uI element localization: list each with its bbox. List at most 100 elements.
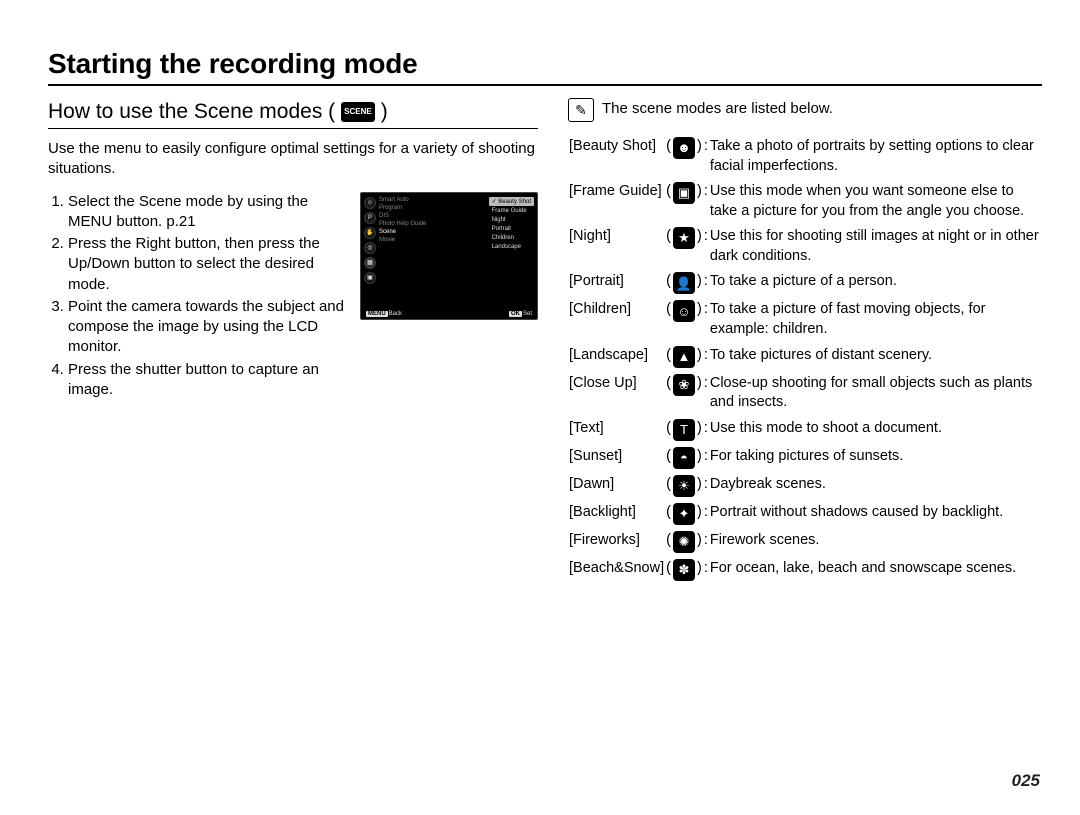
lcd-label: Program <box>379 205 486 211</box>
scene-mode-icon: SCENE <box>341 102 375 122</box>
lcd-set-label: Set <box>523 311 532 317</box>
close-paren: ) <box>696 528 703 556</box>
open-paren: ( <box>665 556 672 584</box>
close-paren: ) <box>696 224 703 269</box>
scene-mode-row: [Frame Guide](▣):Use this mode when you … <box>568 179 1042 224</box>
lcd-pip-icon: ◎ <box>364 242 376 254</box>
scene-mode-name: [Close Up] <box>568 371 665 416</box>
lcd-label: Photo Help Guide <box>379 221 486 227</box>
lcd-pip-icon: P <box>364 212 376 224</box>
sunset-icon: ◓ <box>673 447 695 469</box>
beauty-shot-icon: ☻ <box>673 137 695 159</box>
scene-mode-desc: Use this mode to shoot a document. <box>709 416 1042 444</box>
scene-mode-name: [Frame Guide] <box>568 179 665 224</box>
step-item: Point the camera towards the subject and… <box>68 297 346 358</box>
lcd-menu-item: Night <box>489 216 534 224</box>
close-paren: ) <box>696 416 703 444</box>
scene-mode-name: [Night] <box>568 224 665 269</box>
scene-mode-desc: To take a picture of a person. <box>709 269 1042 297</box>
scene-mode-row: [Fireworks](✺):Firework scenes. <box>568 528 1042 556</box>
close-up-icon: ❀ <box>672 371 696 416</box>
children-icon: ☺ <box>672 297 696 342</box>
close-paren: ) <box>696 179 703 224</box>
page-title: Starting the recording mode <box>48 48 1042 80</box>
beach-snow-icon: ✽ <box>673 559 695 581</box>
steps-list: Select the Scene mode by using the MENU … <box>48 192 346 403</box>
open-paren: ( <box>665 134 672 179</box>
intro-text: Use the menu to easily configure optimal… <box>48 139 538 180</box>
lcd-pip-icon: ▣ <box>364 272 376 284</box>
dawn-icon: ☀ <box>673 475 695 497</box>
section-rule <box>48 128 538 129</box>
lcd-label: Smart Auto <box>379 197 486 203</box>
close-paren: ) <box>696 371 703 416</box>
beauty-shot-icon: ☻ <box>672 134 696 179</box>
scene-mode-desc: Firework scenes. <box>709 528 1042 556</box>
page-number: 025 <box>1012 771 1040 791</box>
scene-mode-name: [Beauty Shot] <box>568 134 665 179</box>
portrait-icon: 👤 <box>673 272 695 294</box>
scene-mode-desc: Portrait without shadows caused by backl… <box>709 500 1042 528</box>
lcd-pip-icon: ▦ <box>364 257 376 269</box>
scene-mode-desc: To take a picture of fast moving objects… <box>709 297 1042 342</box>
lcd-ok-button-icon: OK <box>509 311 522 317</box>
scene-mode-row: [Sunset](◓):For taking pictures of sunse… <box>568 444 1042 472</box>
scene-mode-row: [Landscape](▲):To take pictures of dista… <box>568 343 1042 371</box>
dawn-icon: ☀ <box>672 472 696 500</box>
title-rule <box>48 84 1042 86</box>
close-paren: ) <box>696 472 703 500</box>
beach-snow-icon: ✽ <box>672 556 696 584</box>
scene-mode-name: [Sunset] <box>568 444 665 472</box>
landscape-icon: ▲ <box>672 343 696 371</box>
lcd-label: Scene <box>379 229 486 235</box>
children-icon: ☺ <box>673 300 695 322</box>
lcd-label: Movie <box>379 237 486 243</box>
lcd-menu-item: Children <box>489 234 534 242</box>
scene-mode-name: [Children] <box>568 297 665 342</box>
lcd-back-label: Back <box>389 311 402 317</box>
scene-mode-desc: For taking pictures of sunsets. <box>709 444 1042 472</box>
open-paren: ( <box>665 297 672 342</box>
close-paren: ) <box>696 269 703 297</box>
scene-mode-row: [Children](☺):To take a picture of fast … <box>568 297 1042 342</box>
scene-mode-row: [Text](T):Use this mode to shoot a docum… <box>568 416 1042 444</box>
section-heading: How to use the Scene modes ( SCENE ) <box>48 100 538 124</box>
scene-mode-desc: Use this mode when you want someone else… <box>709 179 1042 224</box>
close-paren: ) <box>696 297 703 342</box>
lcd-menu-item: Landscape <box>489 243 534 251</box>
lcd-submenu: ✓ Beauty Shot Frame Guide Night Portrait… <box>489 197 534 284</box>
open-paren: ( <box>665 528 672 556</box>
open-paren: ( <box>665 472 672 500</box>
scene-mode-desc: To take pictures of distant scenery. <box>709 343 1042 371</box>
open-paren: ( <box>665 371 672 416</box>
lcd-menu-item: Frame Guide <box>489 207 534 215</box>
close-paren: ) <box>696 444 703 472</box>
step-item: Select the Scene mode by using the MENU … <box>68 192 346 233</box>
sunset-icon: ◓ <box>672 444 696 472</box>
scene-mode-row: [Portrait](👤):To take a picture of a per… <box>568 269 1042 297</box>
scene-mode-row: [Dawn](☀):Daybreak scenes. <box>568 472 1042 500</box>
step-item: Press the shutter button to capture an i… <box>68 360 346 401</box>
frame-guide-icon: ▣ <box>672 179 696 224</box>
lcd-menu-item: ✓ Beauty Shot <box>489 197 534 206</box>
lcd-preview: ☺ P ✋ ◎ ▦ ▣ Smart Auto Program DIS Photo… <box>360 192 538 320</box>
close-paren: ) <box>696 134 703 179</box>
lcd-mode-icons: ☺ P ✋ ◎ ▦ ▣ <box>364 197 376 284</box>
note-icon: ✎ <box>568 98 594 122</box>
section-heading-close: ) <box>381 100 388 124</box>
step-item: Press the Right button, then press the U… <box>68 234 346 295</box>
scene-mode-row: [Beach&Snow](✽):For ocean, lake, beach a… <box>568 556 1042 584</box>
open-paren: ( <box>665 444 672 472</box>
scene-mode-desc: Close-up shooting for small objects such… <box>709 371 1042 416</box>
section-heading-text: How to use the Scene modes ( <box>48 100 335 124</box>
note-text: The scene modes are listed below. <box>602 100 833 117</box>
lcd-footer: MENUBack OKSet <box>364 311 534 317</box>
scene-mode-desc: Daybreak scenes. <box>709 472 1042 500</box>
lcd-pip-icon: ✋ <box>364 227 376 239</box>
lcd-label: DIS <box>379 213 486 219</box>
open-paren: ( <box>665 500 672 528</box>
open-paren: ( <box>665 269 672 297</box>
scene-mode-name: [Portrait] <box>568 269 665 297</box>
fireworks-icon: ✺ <box>672 528 696 556</box>
lcd-menu-item: Portrait <box>489 225 534 233</box>
